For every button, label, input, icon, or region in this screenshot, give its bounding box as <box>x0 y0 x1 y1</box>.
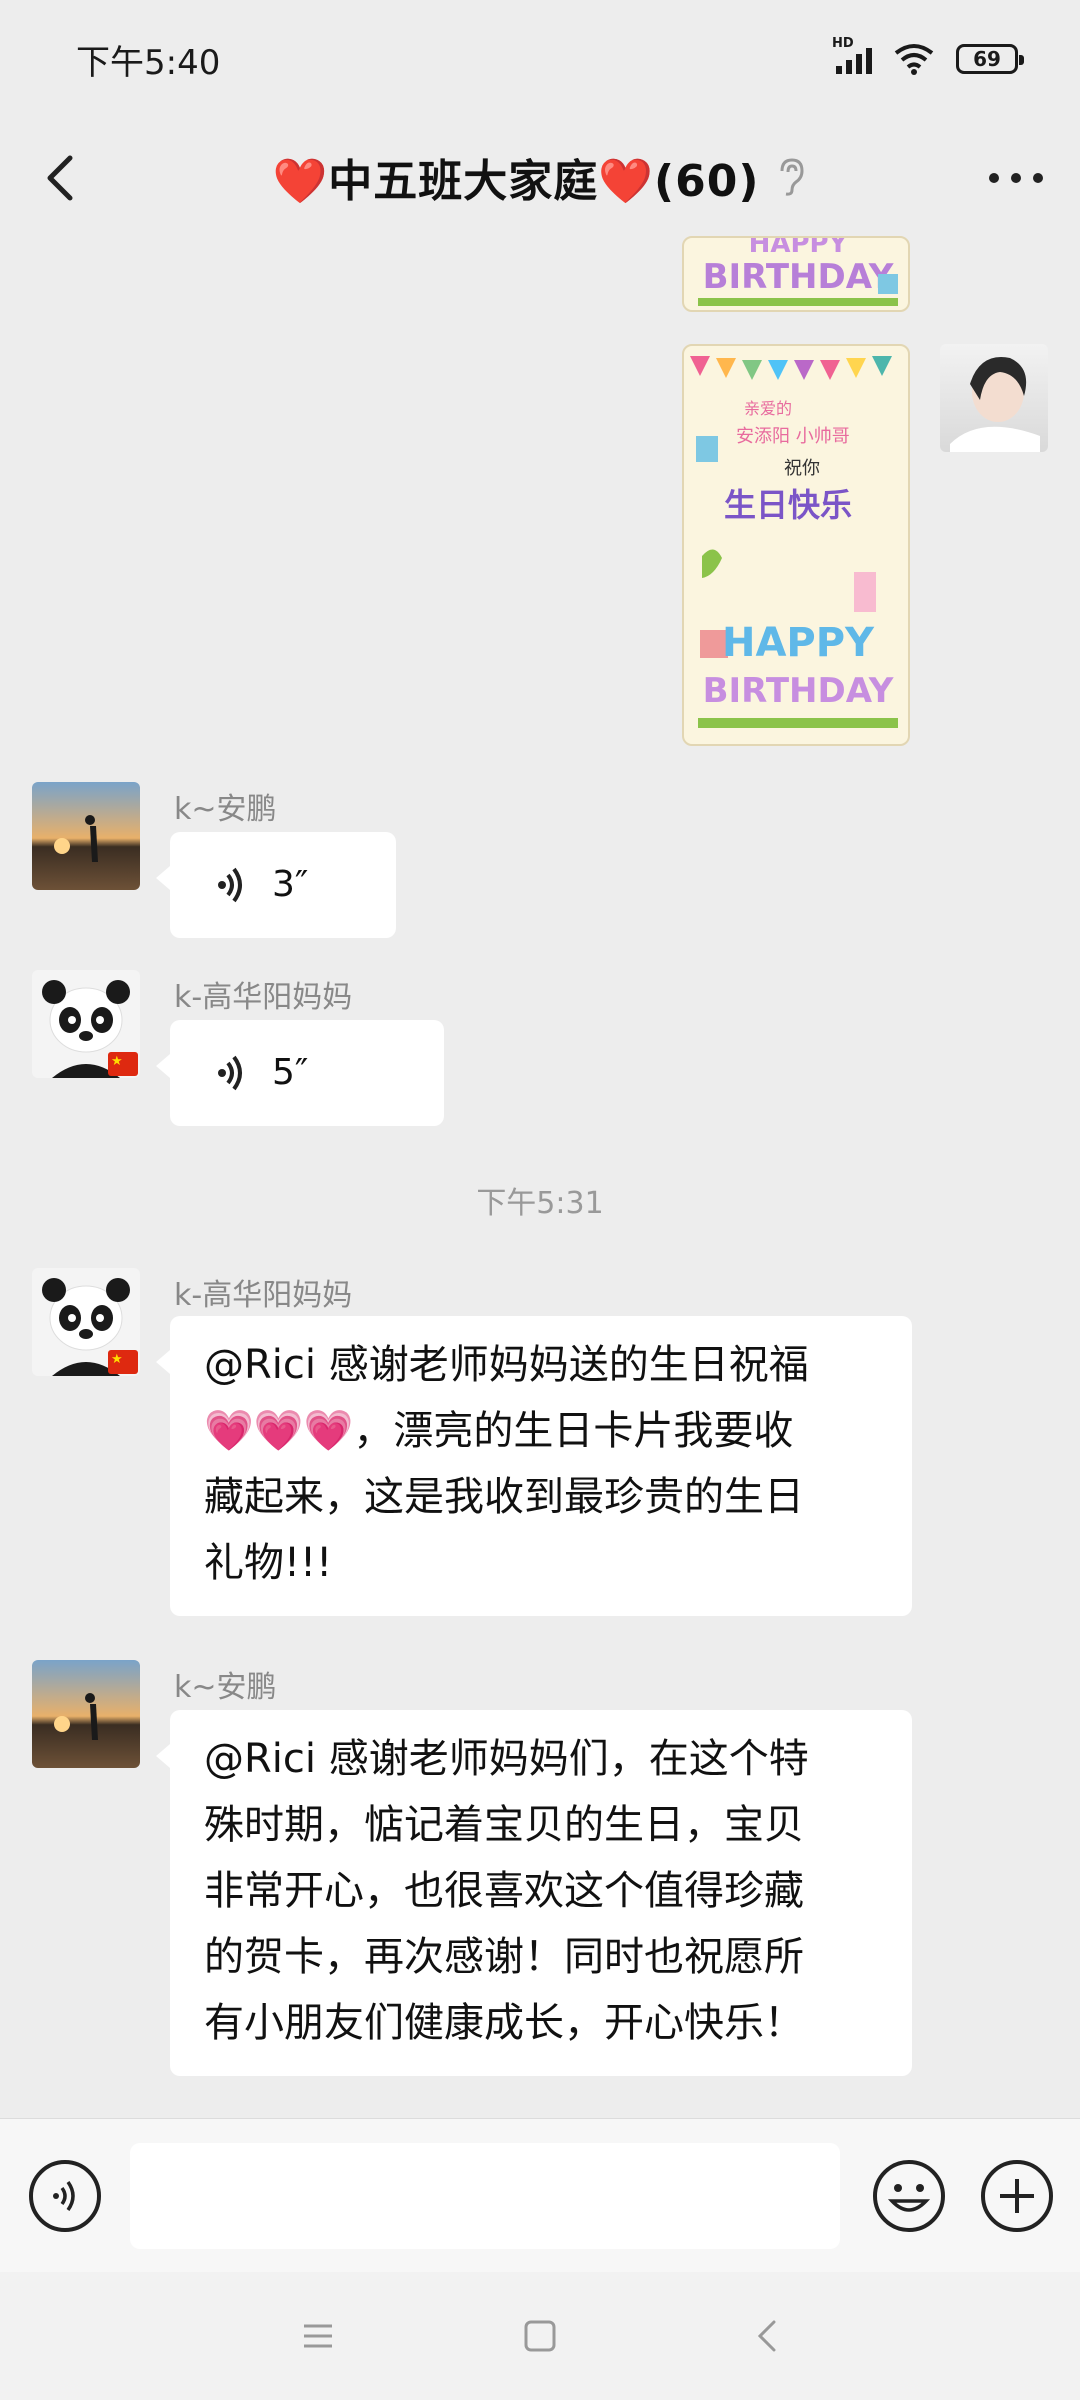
birthday-card-image[interactable]: 亲爱的 安添阳 小帅哥 祝你 生日快乐 HAPPY BIRTHDAY <box>682 344 910 746</box>
earpiece-mode-icon <box>780 158 804 196</box>
flag-icon <box>108 1350 138 1374</box>
birthday-card-graphic: HAPPY BIRTHDAY <box>698 238 898 306</box>
avatar-photo <box>950 357 1040 452</box>
my-avatar[interactable] <box>940 344 1048 452</box>
avatar-photo <box>54 1693 98 1740</box>
add-icon[interactable] <box>980 2159 1054 2233</box>
wifi-icon <box>894 44 934 75</box>
card-name: 安添阳 小帅哥 <box>736 426 850 447</box>
birthday-card-image-previous[interactable]: HAPPY BIRTHDAY <box>682 236 910 312</box>
chat-title-text: ❤️中五班大家庭❤️(60) <box>272 156 760 207</box>
back-icon[interactable] <box>32 148 92 208</box>
avatar[interactable] <box>32 782 140 890</box>
time-separator: 下午5:31 <box>476 1186 604 1221</box>
card-main-wish: 生日快乐 <box>724 486 852 524</box>
sender-name: k-高华阳妈妈 <box>174 1278 353 1313</box>
battery-icon: 69 <box>956 44 1024 74</box>
home-icon[interactable] <box>516 2312 564 2360</box>
emoji-icon[interactable] <box>872 2159 946 2233</box>
voice-wave-icon <box>218 867 242 903</box>
menu-icon[interactable] <box>294 2312 342 2360</box>
card-happy-text: HAPPY <box>749 238 849 259</box>
avatar[interactable] <box>32 970 140 1078</box>
more-icon[interactable] <box>984 158 1048 198</box>
system-navigation-bar <box>0 2272 1080 2400</box>
chat-title: ❤️中五班大家庭❤️(60) <box>272 145 807 209</box>
avatar[interactable] <box>32 1268 140 1376</box>
status-bar: 下午5:40 HD 69 <box>0 0 1080 118</box>
text-message[interactable]: @Rici 感谢老师妈妈送的生日祝福 💗💗💗，漂亮的生日卡片我要收 藏起来，这是… <box>156 1316 912 1616</box>
sender-name: k-高华阳妈妈 <box>174 980 353 1015</box>
chat-header: ❤️中五班大家庭❤️(60) <box>0 118 1080 236</box>
message-input[interactable] <box>130 2143 840 2249</box>
input-bar <box>0 2118 1080 2272</box>
card-wish: 祝你 <box>784 458 820 479</box>
avatar-photo <box>54 815 98 862</box>
status-time: 下午5:40 <box>76 42 221 83</box>
network-label: HD <box>832 36 854 51</box>
voice-message[interactable]: 3″ <box>156 832 396 938</box>
sender-name: k~安鹏 <box>174 1670 277 1705</box>
signal-icon: HD <box>832 36 872 74</box>
card-birthday-text: BIRTHDAY <box>703 671 894 711</box>
voice-wave-icon <box>218 1055 242 1091</box>
voice-duration: 3″ <box>272 864 309 905</box>
status-icons: HD 69 <box>832 36 1024 75</box>
flag-icon <box>108 1052 138 1076</box>
card-happy-text: HAPPY <box>722 620 875 666</box>
voice-input-icon[interactable] <box>28 2159 102 2233</box>
avatar[interactable] <box>32 1660 140 1768</box>
text-message[interactable]: @Rici 感谢老师妈妈们，在这个特 殊时期，惦记着宝贝的生日，宝贝 非常开心，… <box>156 1710 912 2076</box>
voice-duration: 5″ <box>272 1052 309 1093</box>
sender-name: k~安鹏 <box>174 792 277 827</box>
card-birthday-text: BIRTHDAY <box>703 257 894 297</box>
card-greeting: 亲爱的 <box>744 399 792 418</box>
birthday-card-graphic: 亲爱的 安添阳 小帅哥 祝你 生日快乐 HAPPY BIRTHDAY <box>690 356 898 728</box>
system-back-icon[interactable] <box>744 2312 792 2360</box>
chat-area[interactable]: HAPPY BIRTHDAY 亲爱的 安添阳 小帅哥 祝你 生日快乐 HAPPY <box>0 236 1080 2116</box>
voice-message[interactable]: 5″ <box>156 1020 444 1126</box>
battery-level: 69 <box>973 47 1001 71</box>
